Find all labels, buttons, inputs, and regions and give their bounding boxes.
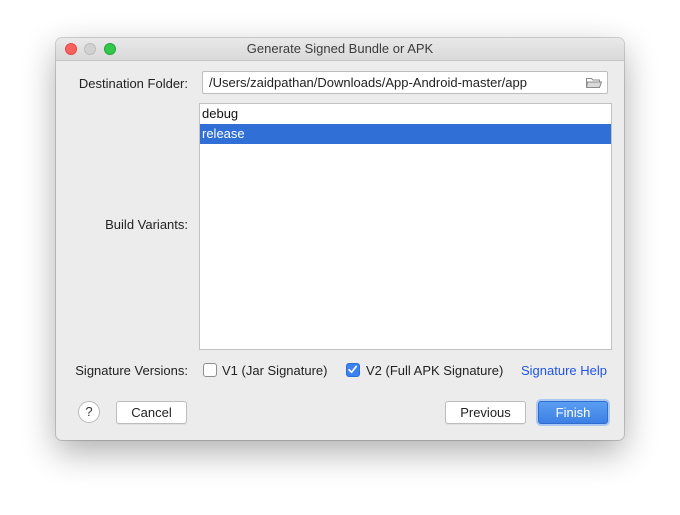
folder-icon[interactable] — [586, 76, 602, 89]
v1-signature-checkbox[interactable] — [203, 363, 217, 377]
window-title: Generate Signed Bundle or APK — [246, 41, 434, 56]
help-button[interactable]: ? — [78, 401, 100, 423]
v2-signature-checkbox[interactable] — [346, 363, 360, 377]
signature-versions-label: Signature Versions: — [75, 363, 188, 378]
variant-item-release[interactable]: release — [200, 124, 611, 144]
v1-signature-label[interactable]: V1 (Jar Signature) — [222, 363, 328, 378]
variant-item-debug[interactable]: debug — [200, 104, 611, 124]
signature-help-link[interactable]: Signature Help — [521, 363, 607, 378]
v2-signature-label[interactable]: V2 (Full APK Signature) — [366, 363, 503, 378]
generate-signed-apk-dialog: Generate Signed Bundle or APK Destinatio… — [56, 38, 624, 440]
previous-button[interactable]: Previous — [445, 401, 526, 424]
finish-button[interactable]: Finish — [538, 401, 608, 424]
cancel-button[interactable]: Cancel — [116, 401, 187, 424]
checkmark-icon — [348, 365, 358, 374]
title-bar: Generate Signed Bundle or APK — [56, 38, 624, 61]
build-variants-label: Build Variants: — [105, 217, 188, 232]
build-variants-list[interactable]: debug release — [199, 103, 612, 350]
destination-folder-label: Destination Folder: — [78, 76, 188, 91]
destination-folder-value: /Users/zaidpathan/Downloads/App-Android-… — [209, 75, 527, 90]
destination-folder-field[interactable]: /Users/zaidpathan/Downloads/App-Android-… — [202, 71, 608, 94]
